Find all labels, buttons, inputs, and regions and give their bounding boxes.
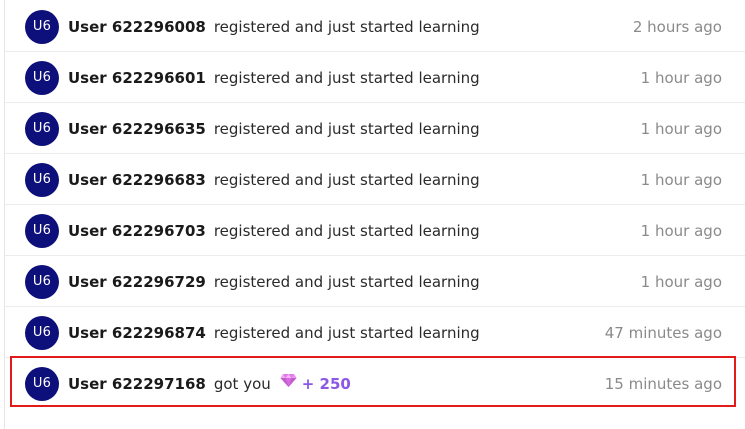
feed-item: U6 User 622296601 registered and just sta… bbox=[5, 52, 745, 103]
timestamp: 1 hour ago bbox=[640, 69, 722, 87]
avatar[interactable]: U6 bbox=[25, 367, 59, 401]
timestamp: 15 minutes ago bbox=[604, 375, 722, 393]
feed-item-text: User 622296601 registered and just starte… bbox=[68, 52, 480, 103]
action-text: registered and just started learning bbox=[213, 69, 480, 87]
timestamp: 1 hour ago bbox=[640, 222, 722, 240]
timestamp: 1 hour ago bbox=[640, 120, 722, 138]
action-text: registered and just started learning bbox=[213, 171, 480, 189]
action-text: registered and just started learning bbox=[213, 120, 480, 138]
feed-item-text: User 622296729 registered and just starte… bbox=[68, 256, 480, 307]
username-link[interactable]: User 622297168 bbox=[68, 375, 206, 393]
avatar[interactable]: U6 bbox=[25, 316, 59, 350]
username-link[interactable]: User 622296874 bbox=[68, 324, 206, 342]
avatar[interactable]: U6 bbox=[25, 112, 59, 146]
feed-item-text: User 622296683 registered and just starte… bbox=[68, 154, 480, 205]
feed-item-highlighted: U6 User 622297168 got you + 250 15 minutes… bbox=[5, 358, 745, 409]
action-text: registered and just started learning bbox=[213, 18, 480, 36]
avatar[interactable]: U6 bbox=[25, 61, 59, 95]
avatar[interactable]: U6 bbox=[25, 10, 59, 44]
feed-item-text: User 622296703 registered and just starte… bbox=[68, 205, 480, 256]
avatar[interactable]: U6 bbox=[25, 163, 59, 197]
username-link[interactable]: User 622296008 bbox=[68, 18, 206, 36]
timestamp: 47 minutes ago bbox=[604, 324, 722, 342]
feed-item-text: User 622296008 registered and just starte… bbox=[68, 1, 480, 52]
username-link[interactable]: User 622296601 bbox=[68, 69, 206, 87]
reward-amount: + 250 bbox=[301, 375, 351, 393]
activity-feed: U6 User 622296008 registered and just sta… bbox=[0, 0, 745, 429]
feed-item: U6 User 622296874 registered and just sta… bbox=[5, 307, 745, 358]
feed-item-text: User 622296635 registered and just starte… bbox=[68, 103, 480, 154]
action-text: registered and just started learning bbox=[213, 273, 480, 291]
username-link[interactable]: User 622296703 bbox=[68, 222, 206, 240]
timestamp: 1 hour ago bbox=[640, 171, 722, 189]
feed-item-text: User 622296874 registered and just starte… bbox=[68, 307, 480, 358]
feed-item-text: User 622297168 got you + 250 bbox=[68, 358, 351, 409]
action-text: registered and just started learning bbox=[213, 324, 480, 342]
feed-item: U6 User 622296683 registered and just sta… bbox=[5, 154, 745, 205]
feed-item: U6 User 622296635 registered and just sta… bbox=[5, 103, 745, 154]
username-link[interactable]: User 622296683 bbox=[68, 171, 206, 189]
feed-item: U6 User 622296729 registered and just sta… bbox=[5, 256, 745, 307]
timestamp: 1 hour ago bbox=[640, 273, 722, 291]
gem-icon bbox=[280, 357, 297, 410]
username-link[interactable]: User 622296635 bbox=[68, 120, 206, 138]
action-text: got you bbox=[213, 375, 271, 393]
avatar[interactable]: U6 bbox=[25, 214, 59, 248]
username-link[interactable]: User 622296729 bbox=[68, 273, 206, 291]
action-text: registered and just started learning bbox=[213, 222, 480, 240]
feed-item: U6 User 622296008 registered and just sta… bbox=[5, 1, 745, 52]
avatar[interactable]: U6 bbox=[25, 265, 59, 299]
feed-item: U6 User 622296703 registered and just sta… bbox=[5, 205, 745, 256]
timestamp: 2 hours ago bbox=[632, 18, 722, 36]
